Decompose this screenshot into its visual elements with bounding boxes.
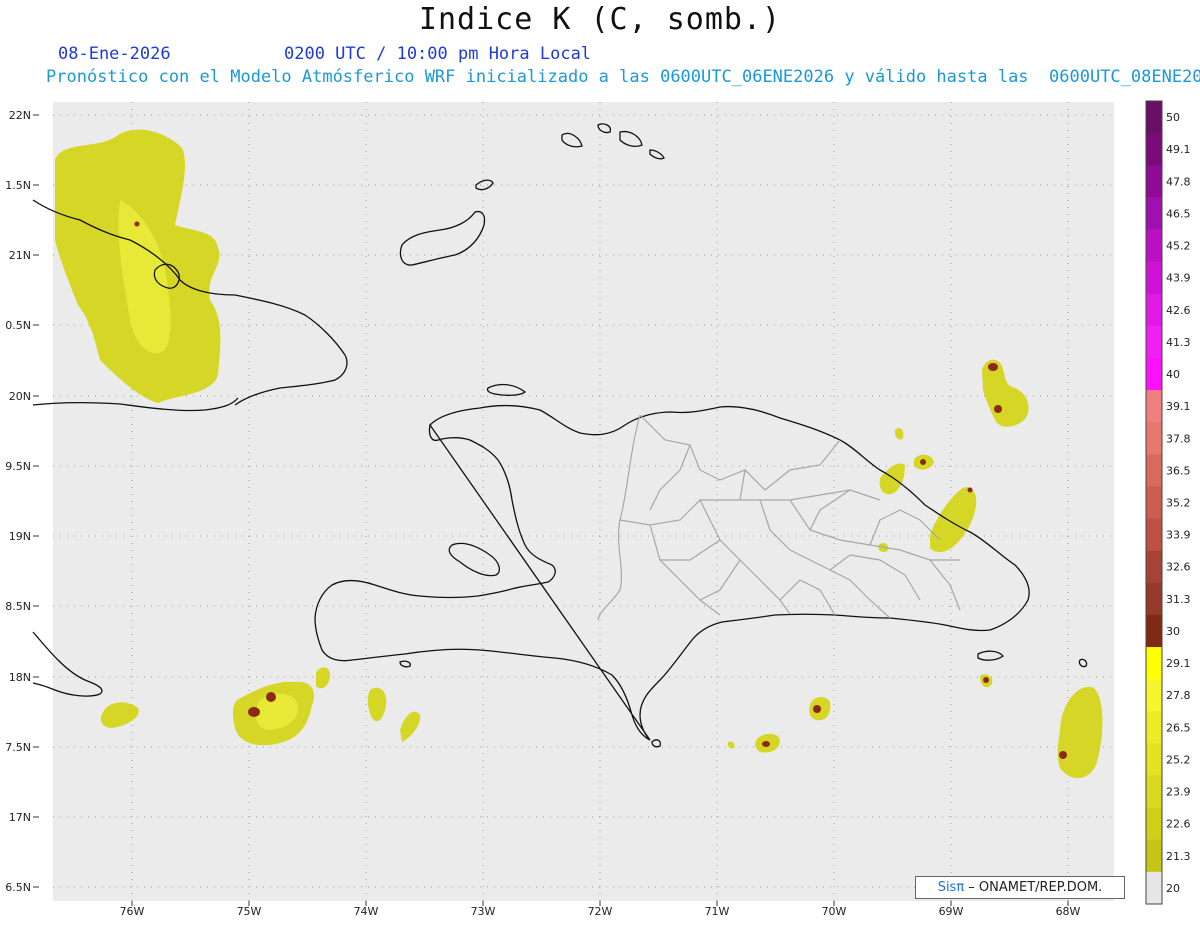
colorbar: 50 49.1 47.8 46.5 45.2 43.9 42.6 41.3 40 39.1 37.8… [1145,100,1191,905]
lat-label: 6.5N [5,881,31,894]
colorbar-swatch [1146,614,1162,648]
colorbar-swatch [1146,518,1162,552]
lon-ticks [131,901,1069,906]
sispi-logo: Sisπ [937,880,965,895]
jamaica-hotspot-1 [248,707,260,717]
colorbar-swatch [1146,165,1162,198]
colorbar-swatch [1146,807,1162,841]
colorbar-swatch [1146,197,1162,230]
colorbar-swatch [1146,261,1162,295]
lat-label: 18N [9,671,31,684]
lat-ticks [33,114,39,888]
colorbar-label: 25.2 [1166,753,1191,766]
jamaica-hotspot-2 [266,692,276,702]
colorbar-label: 40 [1166,368,1180,381]
lon-label: 75W [237,905,262,918]
colorbar-label: 36.5 [1166,464,1191,477]
k-index-map: 22N 1.5N 21N 0.5N 20N 9.5N 19N 8.5N 18N … [5,100,1191,918]
colorbar-swatch [1146,582,1162,616]
south-hotspot-1 [813,705,821,713]
lat-axis: 22N 1.5N 21N 0.5N 20N 9.5N 19N 8.5N 18N … [5,109,31,894]
lat-label: 1.5N [5,179,31,192]
lon-label: 70W [822,905,847,918]
map-title: Indice K (C, somb.) [418,2,782,37]
colorbar-label: 29.1 [1166,657,1191,670]
lat-label: 20N [9,390,31,403]
east-hotspot-2 [994,405,1002,413]
colorbar-label: 45.2 [1166,240,1191,253]
colorbar-swatch [1146,679,1162,712]
colorbar-label: 42.6 [1166,304,1191,317]
colorbar-label: 37.8 [1166,432,1191,445]
southeast-hotspot [1059,751,1067,759]
colorbar-swatch [1146,293,1162,327]
lat-label: 19N [9,530,31,543]
colorbar-swatch [1146,711,1162,744]
colorbar-swatch [1146,839,1162,873]
colorbar-swatch [1146,454,1162,487]
colorbar-label: 47.8 [1166,175,1191,188]
lat-label: 0.5N [5,319,31,332]
south-hotspot-2 [762,741,770,747]
credit-box: Sisπ – ONAMET/REP.DOM. [915,876,1125,899]
credit-text: – ONAMET/REP.DOM. [964,880,1103,895]
colorbar-label: 26.5 [1166,721,1191,734]
colorbar-swatch [1146,133,1162,166]
lon-label: 69W [939,905,964,918]
lon-axis: 76W 75W 74W 73W 72W 71W 70W 69W 68W [120,905,1081,918]
colorbar-swatch [1146,550,1162,584]
colorbar-label: 41.3 [1166,336,1191,349]
colorbar-label: 43.9 [1166,272,1191,285]
lat-label: 9.5N [5,460,31,473]
colorbar-label: 30 [1166,625,1180,638]
colorbar-swatch [1146,390,1162,423]
date-text: 08-Ene-2026 [58,44,171,64]
colorbar-swatch [1146,871,1162,905]
lon-label: 71W [705,905,730,918]
colorbar-label: 46.5 [1166,207,1191,220]
colorbar-label: 35.2 [1166,497,1191,510]
colorbar-label: 50 [1166,111,1180,124]
lon-label: 68W [1056,905,1081,918]
colorbar-swatch [1146,357,1162,391]
colorbar-label: 27.8 [1166,689,1191,702]
lat-label: 8.5N [5,600,31,613]
colorbar-swatch [1146,101,1162,134]
colorbar-swatch [1146,422,1162,455]
east-hotspot-1 [988,363,998,371]
model-info: Pronóstico con el Modelo Atmósferico WRF… [46,67,1200,87]
colorbar-label: 22.6 [1166,818,1191,831]
lon-label: 74W [354,905,379,918]
lon-label: 76W [120,905,145,918]
colorbar-label: 21.3 [1166,850,1191,863]
lat-label: 7.5N [5,741,31,754]
lat-label: 17N [9,811,31,824]
colorbar-swatch [1146,775,1162,809]
colorbar-label: 31.3 [1166,593,1191,606]
colorbar-swatch [1146,647,1162,680]
colorbar-swatch [1146,743,1162,777]
east-hotspot-3 [920,459,926,465]
colorbar-label: 20 [1166,882,1180,895]
lon-label: 72W [588,905,613,918]
colorbar-label: 32.6 [1166,561,1191,574]
east-hotspot-4 [967,487,973,493]
lon-label: 73W [471,905,496,918]
colorbar-swatch [1146,229,1162,263]
colorbar-swatch [1146,486,1162,520]
south-hotspot-3 [983,677,989,683]
colorbar-label: 33.9 [1166,529,1191,542]
cuba-hotspot-core [134,221,140,227]
lat-label: 22N [9,109,31,122]
time-text: 0200 UTC / 10:00 pm Hora Local [284,44,592,64]
forecast-date: 08-Ene-2026 0200 UTC / 10:00 pm Hora Loca… [58,44,591,64]
colorbar-label: 49.1 [1166,143,1191,156]
lat-label: 21N [9,249,31,262]
colorbar-label: 39.1 [1166,400,1191,413]
colorbar-swatch [1146,325,1162,359]
colorbar-label: 23.9 [1166,786,1191,799]
